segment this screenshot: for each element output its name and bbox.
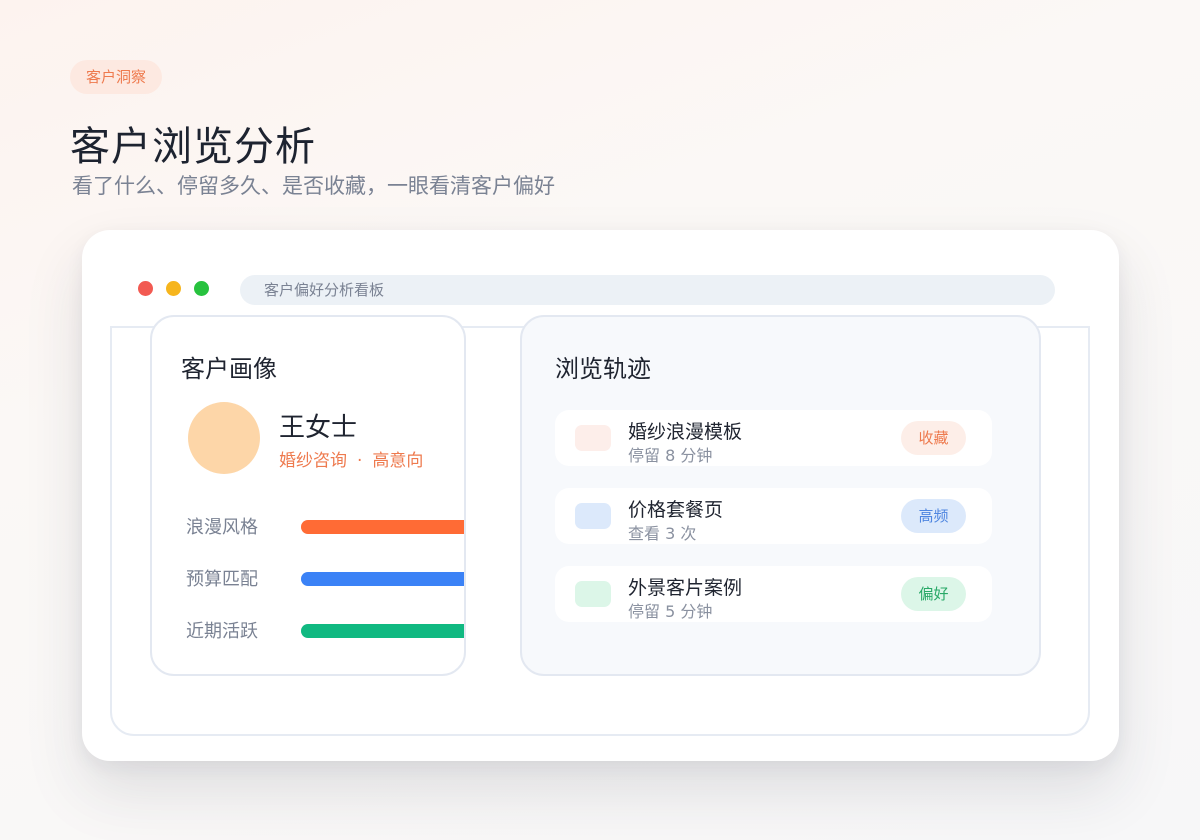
page-thumbnail-icon [575,581,611,607]
metric-bar-activity [301,624,464,638]
tag-separator: · [357,451,363,471]
metric-bar-budget [301,572,464,586]
preference-badge: 偏好 [901,577,966,611]
profile-card-title: 客户画像 [181,355,277,383]
favorite-badge: 收藏 [901,421,966,455]
close-window-button[interactable] [138,281,153,296]
trail-item-title: 外景客片案例 [628,577,743,599]
page-thumbnail-icon [575,425,611,451]
trail-item-meta: 停留 8 分钟 [628,446,713,465]
metric-label-romantic: 浪漫风格 [186,517,258,538]
customer-profile-card: 客户画像 王女士 婚纱咨询 · 高意向 浪漫风格 预算匹配 近期活跃 [150,315,466,676]
trail-item-meta: 停留 5 分钟 [628,602,713,621]
customer-tags: 婚纱咨询 · 高意向 [279,446,423,471]
trail-item-title: 价格套餐页 [628,499,724,521]
metric-label-activity: 近期活跃 [186,621,258,642]
trail-item[interactable]: 价格套餐页 查看 3 次 高频 [555,488,992,544]
frequency-badge: 高频 [901,499,966,533]
metric-fill-budget [301,572,464,586]
customer-tag-secondary: 高意向 [372,451,424,471]
customer-tag-primary: 婚纱咨询 [279,451,347,471]
metric-fill-activity [301,624,464,638]
trail-item[interactable]: 婚纱浪漫模板 停留 8 分钟 收藏 [555,410,992,466]
metric-label-budget: 预算匹配 [186,569,258,590]
metric-fill-romantic [301,520,464,534]
page-thumbnail-icon [575,503,611,529]
minimize-window-button[interactable] [166,281,181,296]
trail-card-title: 浏览轨迹 [555,355,651,383]
page-title: 客户浏览分析 [70,124,316,170]
avatar [188,402,260,474]
address-bar[interactable]: 客户偏好分析看板 [240,275,1055,305]
maximize-window-button[interactable] [194,281,209,296]
trail-item[interactable]: 外景客片案例 停留 5 分钟 偏好 [555,566,992,622]
trail-item-title: 婚纱浪漫模板 [628,421,743,443]
metric-bar-romantic [301,520,464,534]
customer-name: 王女士 [279,413,358,443]
trail-item-meta: 查看 3 次 [628,524,697,543]
section-tag: 客户洞察 [70,60,163,94]
page-subtitle: 看了什么、停留多久、是否收藏，一眼看清客户偏好 [72,174,555,198]
browse-trail-card: 浏览轨迹 婚纱浪漫模板 停留 8 分钟 收藏 价格套餐页 查看 3 次 高频 外… [520,315,1041,676]
